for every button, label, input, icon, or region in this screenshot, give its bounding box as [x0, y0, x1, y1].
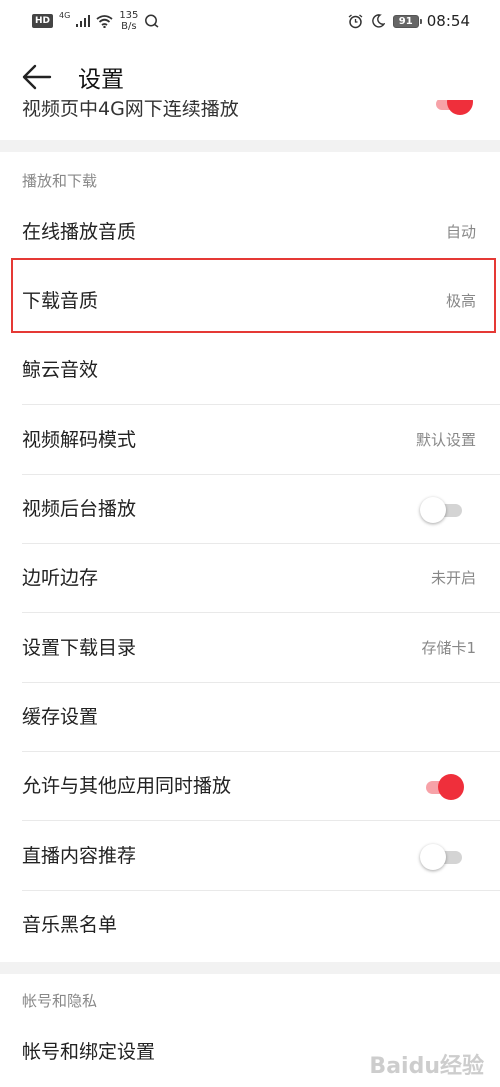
- partial-row-label: 视频页中4G网下连续播放: [22, 100, 239, 120]
- row-allow-simultaneous[interactable]: 允许与其他应用同时播放: [0, 752, 500, 821]
- row-value: 存储卡1: [421, 639, 476, 657]
- simultaneous-play-toggle[interactable]: [420, 774, 464, 800]
- row-live-recommend[interactable]: 直播内容推荐: [0, 822, 500, 891]
- status-bar: HD 4G 135 B/s 91 08:54: [0, 0, 500, 42]
- row-label: 鲸云音效: [22, 359, 99, 381]
- speed-unit: B/s: [121, 21, 137, 32]
- section-header-playback: 播放和下载: [22, 172, 98, 190]
- hd-badge: HD: [32, 14, 54, 28]
- toggle-knob: [420, 497, 446, 523]
- divider: [22, 612, 500, 613]
- toggle-knob: [438, 774, 464, 800]
- row-label: 帐号和绑定设置: [22, 1041, 156, 1063]
- cell-signal-icon: [76, 15, 91, 27]
- row-listen-save[interactable]: 边听边存 未开启: [0, 544, 500, 613]
- page-title: 设置: [78, 67, 124, 93]
- divider: [22, 820, 500, 821]
- row-value: 未开启: [430, 569, 476, 587]
- alarm-icon: [348, 13, 363, 28]
- row-label: 在线播放音质: [22, 221, 137, 243]
- status-right: 91 08:54: [348, 9, 470, 33]
- moon-icon: [371, 14, 385, 28]
- battery-icon: 91: [392, 14, 422, 28]
- partial-setting-row[interactable]: 视频页中4G网下连续播放: [0, 100, 500, 140]
- row-value: 默认设置: [415, 431, 476, 449]
- live-recommend-toggle[interactable]: [420, 844, 464, 870]
- row-label: 视频后台播放: [22, 498, 137, 520]
- row-label: 音乐黑名单: [22, 914, 118, 936]
- background-play-toggle[interactable]: [420, 497, 464, 523]
- row-label: 缓存设置: [22, 706, 99, 728]
- network-type: 4G: [59, 11, 71, 20]
- back-button[interactable]: [20, 62, 56, 94]
- toggle-on-icon[interactable]: [432, 100, 476, 120]
- row-sound-effects[interactable]: 鲸云音效: [0, 336, 500, 405]
- status-left: HD 4G 135 B/s: [32, 9, 160, 33]
- row-cache-settings[interactable]: 缓存设置: [0, 683, 500, 752]
- row-label: 视频解码模式: [22, 429, 137, 451]
- chat-bubble-icon: [145, 14, 159, 28]
- speed-value: 135: [119, 10, 139, 21]
- toggle-knob: [420, 844, 446, 870]
- row-online-quality[interactable]: 在线播放音质 自动: [0, 198, 500, 267]
- arrow-left-icon: [22, 64, 52, 90]
- baidu-watermark: Baidu经验: [369, 1054, 484, 1079]
- row-label: 直播内容推荐: [22, 845, 137, 867]
- row-label: 允许与其他应用同时播放: [22, 775, 232, 797]
- section-header-account: 帐号和隐私: [22, 992, 98, 1010]
- section-divider: [0, 962, 500, 974]
- highlight-box: [11, 258, 496, 333]
- row-value: 自动: [445, 223, 476, 241]
- row-download-dir[interactable]: 设置下载目录 存储卡1: [0, 614, 500, 683]
- row-label: 设置下载目录: [22, 637, 137, 659]
- clock: 08:54: [426, 12, 470, 30]
- row-video-background[interactable]: 视频后台播放: [0, 475, 500, 544]
- network-speed: 135 B/s: [119, 10, 138, 32]
- row-video-decode[interactable]: 视频解码模式 默认设置: [0, 406, 500, 475]
- wifi-icon: [96, 14, 113, 28]
- row-blacklist[interactable]: 音乐黑名单: [0, 891, 500, 960]
- divider: [22, 404, 500, 405]
- section-divider: [0, 140, 500, 152]
- row-label: 边听边存: [22, 567, 99, 589]
